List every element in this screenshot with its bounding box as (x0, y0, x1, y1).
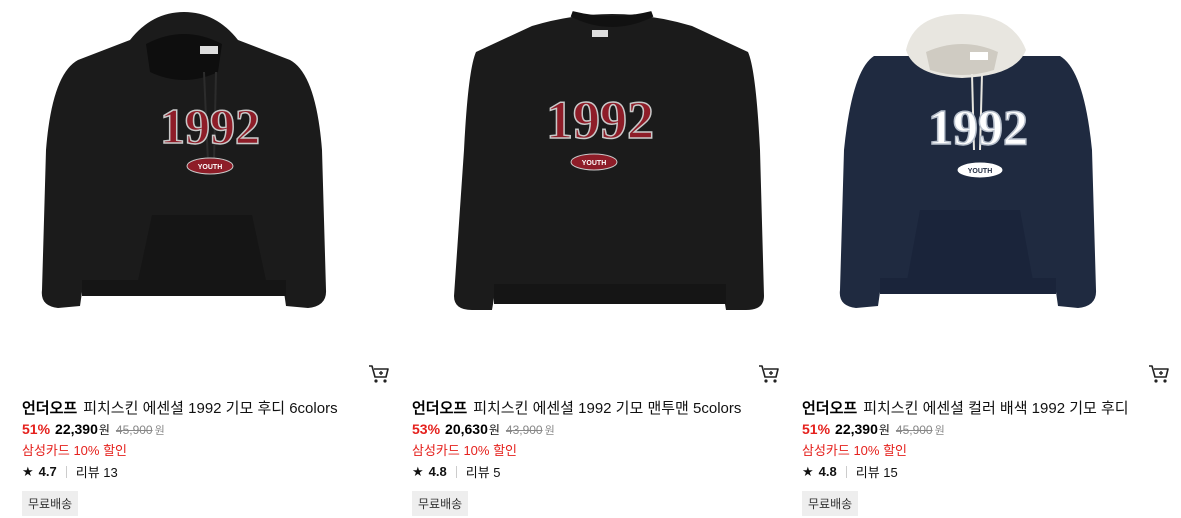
discount-rate: 51% (802, 421, 831, 437)
sale-price: 20,630 (445, 421, 488, 437)
product-name[interactable]: 피치스킨 에센셜 1992 기모 맨투맨 5colors (473, 400, 741, 417)
review-count[interactable]: 리뷰 15 (856, 462, 898, 481)
free-shipping-badge: 무료배송 (22, 491, 79, 516)
star-icon: ★ (22, 463, 34, 479)
product-card[interactable]: 1992 YOUTH 언더오프 피치스킨 에센셜 1992 기모 후디 6colo… (22, 0, 392, 518)
product-card[interactable]: 1992 YOUTH 언더오프 피치스킨 에센셜 컬러 배색 1992 기모 후디… (802, 0, 1172, 518)
product-image[interactable]: 1992 YOUTH (412, 0, 782, 360)
original-unit: 원 (544, 425, 555, 437)
hoodie-image: 1992 YOUTH (41, 12, 327, 308)
brand-name[interactable]: 언더오프 (412, 400, 467, 417)
review-count[interactable]: 리뷰 13 (76, 462, 118, 481)
brand-name[interactable]: 언더오프 (802, 400, 857, 417)
divider (845, 465, 847, 478)
divider (65, 465, 67, 478)
price-row: 51% 22,390원 45,900 원 (802, 421, 945, 438)
product-image[interactable]: 1992 YOUTH (22, 0, 392, 360)
rating-row: ★ 4.8 리뷰 15 (802, 462, 898, 481)
original-unit: 원 (934, 425, 945, 437)
graphic-text: YOUTH (198, 164, 223, 171)
cart-icon[interactable] (368, 364, 390, 384)
graphic-text: YOUTH (968, 168, 993, 175)
price-row: 53% 20,630원 43,900 원 (412, 421, 555, 438)
product-title[interactable]: 언더오프 피치스킨 에센셜 1992 기모 맨투맨 5colors (412, 397, 741, 418)
graphic-number: 1992 (928, 99, 1028, 155)
free-shipping-badge: 무료배송 (802, 491, 859, 516)
graphic-text: YOUTH (582, 160, 607, 167)
sale-price: 22,390 (55, 421, 98, 437)
card-promo: 삼성카드 10% 할인 (412, 443, 518, 458)
rating-value: 4.8 (428, 464, 447, 479)
star-icon: ★ (802, 463, 814, 479)
original-price: 45,900 (895, 423, 933, 437)
product-image[interactable]: 1992 YOUTH (802, 0, 1172, 360)
rating-row: ★ 4.7 리뷰 13 (22, 462, 118, 481)
cart-icon[interactable] (758, 364, 780, 384)
brand-name[interactable]: 언더오프 (22, 400, 77, 417)
original-unit: 원 (154, 425, 165, 437)
price-unit: 원 (98, 423, 110, 437)
rating-value: 4.7 (38, 464, 57, 479)
review-count[interactable]: 리뷰 5 (466, 462, 501, 481)
sale-price: 22,390 (835, 421, 878, 437)
discount-rate: 53% (412, 421, 441, 437)
original-price: 43,900 (505, 423, 543, 437)
discount-rate: 51% (22, 421, 51, 437)
divider (455, 465, 457, 478)
cart-icon[interactable] (1148, 364, 1170, 384)
rating-row: ★ 4.8 리뷰 5 (412, 462, 501, 481)
hoodie-image: 1992 YOUTH (839, 14, 1097, 308)
price-unit: 원 (488, 423, 500, 437)
product-grid: 1992 YOUTH 언더오프 피치스킨 에센셜 1992 기모 후디 6colo… (0, 0, 1181, 518)
graphic-number: 1992 (546, 90, 654, 150)
star-icon: ★ (412, 463, 424, 479)
product-title[interactable]: 언더오프 피치스킨 에센셜 1992 기모 후디 6colors (22, 397, 338, 418)
sweatshirt-image: 1992 YOUTH (454, 11, 764, 310)
rating-value: 4.8 (818, 464, 837, 479)
card-promo: 삼성카드 10% 할인 (22, 443, 128, 458)
card-promo: 삼성카드 10% 할인 (802, 443, 908, 458)
original-price: 45,900 (115, 423, 153, 437)
product-card[interactable]: 1992 YOUTH 언더오프 피치스킨 에센셜 1992 기모 맨투맨 5col… (412, 0, 782, 518)
price-row: 51% 22,390원 45,900 원 (22, 421, 165, 438)
product-name[interactable]: 피치스킨 에센셜 컬러 배색 1992 기모 후디 (863, 400, 1128, 417)
free-shipping-badge: 무료배송 (412, 491, 469, 516)
price-unit: 원 (878, 423, 890, 437)
product-name[interactable]: 피치스킨 에센셜 1992 기모 후디 6colors (83, 400, 337, 417)
product-title[interactable]: 언더오프 피치스킨 에센셜 컬러 배색 1992 기모 후디 (802, 397, 1129, 418)
graphic-number: 1992 (160, 98, 260, 154)
